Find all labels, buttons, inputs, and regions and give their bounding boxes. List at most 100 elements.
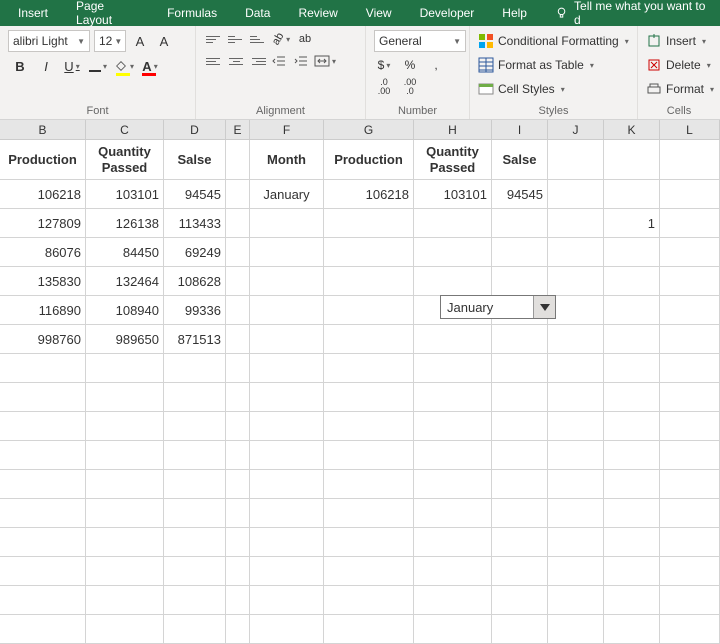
cell[interactable] xyxy=(86,499,164,527)
cell[interactable] xyxy=(492,209,548,237)
cell[interactable] xyxy=(0,441,86,469)
cell[interactable] xyxy=(164,499,226,527)
cell[interactable] xyxy=(324,441,414,469)
cell[interactable] xyxy=(86,615,164,643)
col-header-E[interactable]: E xyxy=(226,120,250,139)
cell[interactable] xyxy=(226,586,250,614)
decrease-decimal-button[interactable]: .00.0 xyxy=(400,78,420,96)
cell[interactable] xyxy=(604,441,660,469)
cell[interactable] xyxy=(250,325,324,353)
cell[interactable]: 116890 xyxy=(0,296,86,324)
cell[interactable] xyxy=(548,557,604,585)
cell[interactable] xyxy=(250,615,324,643)
cell[interactable] xyxy=(548,615,604,643)
cell[interactable] xyxy=(660,296,720,324)
conditional-formatting-button[interactable]: Conditional Formatting▾ xyxy=(478,30,629,52)
number-format-combo[interactable]: General▼ xyxy=(374,30,466,52)
cell[interactable] xyxy=(548,209,604,237)
cell[interactable] xyxy=(660,140,720,179)
decrease-indent-button[interactable] xyxy=(270,52,290,70)
cell[interactable] xyxy=(250,354,324,382)
align-left-button[interactable] xyxy=(204,52,224,70)
cell[interactable] xyxy=(660,441,720,469)
cell[interactable] xyxy=(86,586,164,614)
cell[interactable] xyxy=(226,267,250,295)
cell[interactable]: 84450 xyxy=(86,238,164,266)
cell[interactable]: 132464 xyxy=(86,267,164,295)
cell[interactable] xyxy=(250,412,324,440)
cell[interactable] xyxy=(0,470,86,498)
col-header-K[interactable]: K xyxy=(604,120,660,139)
cell[interactable] xyxy=(604,267,660,295)
cell[interactable] xyxy=(164,383,226,411)
cell[interactable] xyxy=(86,383,164,411)
italic-button[interactable]: I xyxy=(36,56,56,76)
cell[interactable]: 108628 xyxy=(164,267,226,295)
cell[interactable]: Quantity Passed xyxy=(86,140,164,179)
accounting-format-button[interactable]: $▾ xyxy=(374,56,394,74)
cell[interactable]: Salse xyxy=(164,140,226,179)
cell[interactable] xyxy=(324,615,414,643)
cell[interactable] xyxy=(86,441,164,469)
cell[interactable] xyxy=(660,557,720,585)
increase-indent-button[interactable] xyxy=(292,52,312,70)
cell[interactable]: 1 xyxy=(604,209,660,237)
cell[interactable] xyxy=(660,180,720,208)
percent-format-button[interactable]: % xyxy=(400,56,420,74)
cell[interactable]: 69249 xyxy=(164,238,226,266)
cell[interactable] xyxy=(660,499,720,527)
cell[interactable] xyxy=(226,383,250,411)
align-center-button[interactable] xyxy=(226,52,246,70)
cell[interactable] xyxy=(324,586,414,614)
cell[interactable]: 998760 xyxy=(0,325,86,353)
cell[interactable] xyxy=(226,354,250,382)
cell[interactable] xyxy=(226,615,250,643)
cell[interactable] xyxy=(250,528,324,556)
cell[interactable] xyxy=(414,412,492,440)
cell[interactable] xyxy=(0,412,86,440)
tab-help[interactable]: Help xyxy=(488,1,541,25)
cell[interactable] xyxy=(548,499,604,527)
cell[interactable] xyxy=(414,238,492,266)
cell[interactable] xyxy=(0,383,86,411)
cell[interactable] xyxy=(548,354,604,382)
cell[interactable] xyxy=(226,140,250,179)
cell[interactable]: 106218 xyxy=(324,180,414,208)
increase-font-size-button[interactable]: A xyxy=(130,31,150,51)
cell[interactable] xyxy=(660,586,720,614)
cell[interactable] xyxy=(226,470,250,498)
cell[interactable]: Month xyxy=(250,140,324,179)
col-header-J[interactable]: J xyxy=(548,120,604,139)
cell[interactable]: 103101 xyxy=(414,180,492,208)
align-right-button[interactable] xyxy=(248,52,268,70)
cell[interactable] xyxy=(548,325,604,353)
cell[interactable]: 989650 xyxy=(86,325,164,353)
col-header-G[interactable]: G xyxy=(324,120,414,139)
cell[interactable] xyxy=(660,528,720,556)
cell[interactable] xyxy=(604,528,660,556)
bold-button[interactable]: B xyxy=(10,56,30,76)
cell[interactable] xyxy=(324,557,414,585)
cell[interactable] xyxy=(250,470,324,498)
tab-data[interactable]: Data xyxy=(231,1,284,25)
cell[interactable] xyxy=(660,325,720,353)
col-header-B[interactable]: B xyxy=(0,120,86,139)
dropdown-arrow-button[interactable] xyxy=(533,296,555,318)
cell[interactable] xyxy=(604,238,660,266)
cell-styles-button[interactable]: Cell Styles▾ xyxy=(478,78,629,100)
cell[interactable]: 127809 xyxy=(0,209,86,237)
cell[interactable]: 99336 xyxy=(164,296,226,324)
cell[interactable] xyxy=(548,140,604,179)
cell[interactable] xyxy=(226,528,250,556)
cell[interactable] xyxy=(548,296,604,324)
cell[interactable] xyxy=(226,325,250,353)
cell[interactable] xyxy=(492,499,548,527)
col-header-L[interactable]: L xyxy=(660,120,720,139)
wrap-text-button[interactable]: ab xyxy=(294,30,316,48)
cell[interactable] xyxy=(164,412,226,440)
cell[interactable] xyxy=(324,412,414,440)
cell[interactable] xyxy=(86,528,164,556)
cell[interactable] xyxy=(492,528,548,556)
col-header-H[interactable]: H xyxy=(414,120,492,139)
cell[interactable] xyxy=(492,267,548,295)
